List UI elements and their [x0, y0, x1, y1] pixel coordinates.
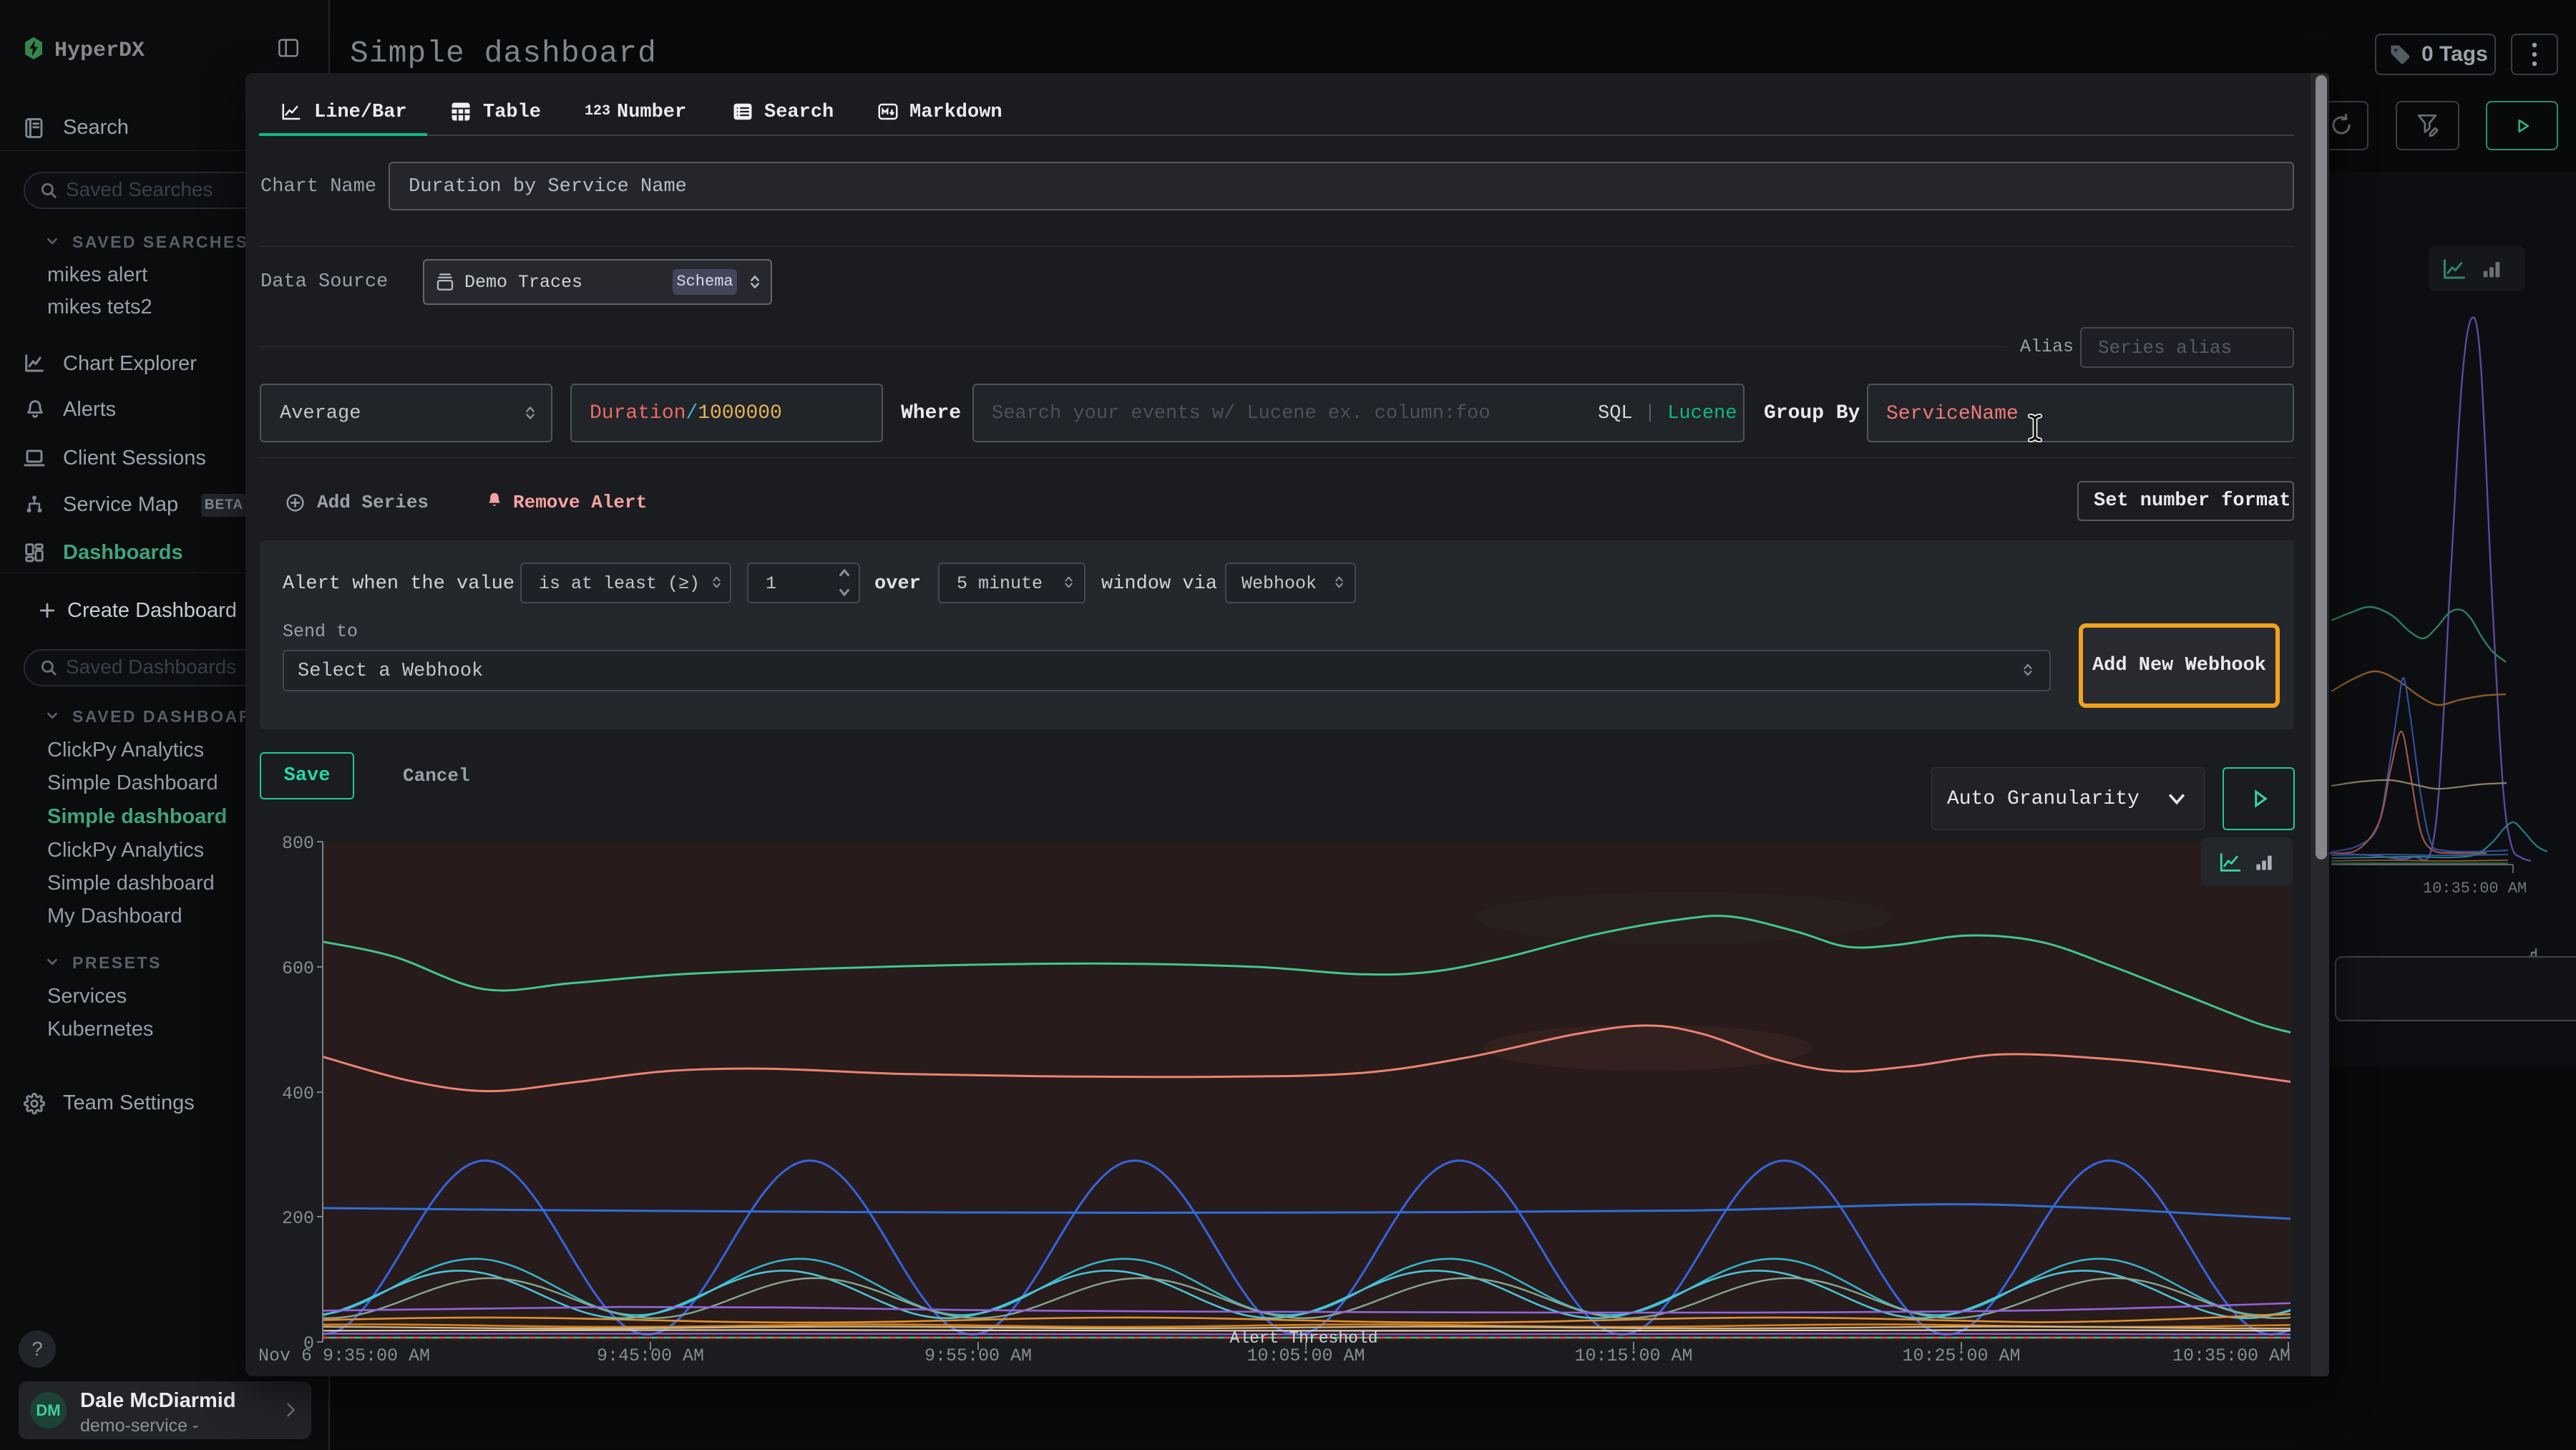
svg-text:10:25:00 AM: 10:25:00 AM — [1902, 1346, 2020, 1366]
svg-text:200: 200 — [282, 1208, 314, 1229]
svg-text:10:05:00 AM: 10:05:00 AM — [1246, 1346, 1365, 1366]
svg-text:Nov 6 9:35:00 AM: Nov 6 9:35:00 AM — [258, 1346, 430, 1366]
svg-text:800: 800 — [282, 833, 314, 854]
svg-text:400: 400 — [282, 1084, 314, 1104]
svg-text:9:45:00 AM: 9:45:00 AM — [597, 1346, 704, 1366]
svg-text:10:35:00 AM: 10:35:00 AM — [2172, 1346, 2290, 1366]
svg-text:10:35:00 AM: 10:35:00 AM — [2423, 880, 2527, 895]
svg-text:600: 600 — [282, 958, 314, 979]
svg-text:9:55:00 AM: 9:55:00 AM — [924, 1346, 1032, 1366]
svg-text:10:15:00 AM: 10:15:00 AM — [1574, 1346, 1692, 1366]
